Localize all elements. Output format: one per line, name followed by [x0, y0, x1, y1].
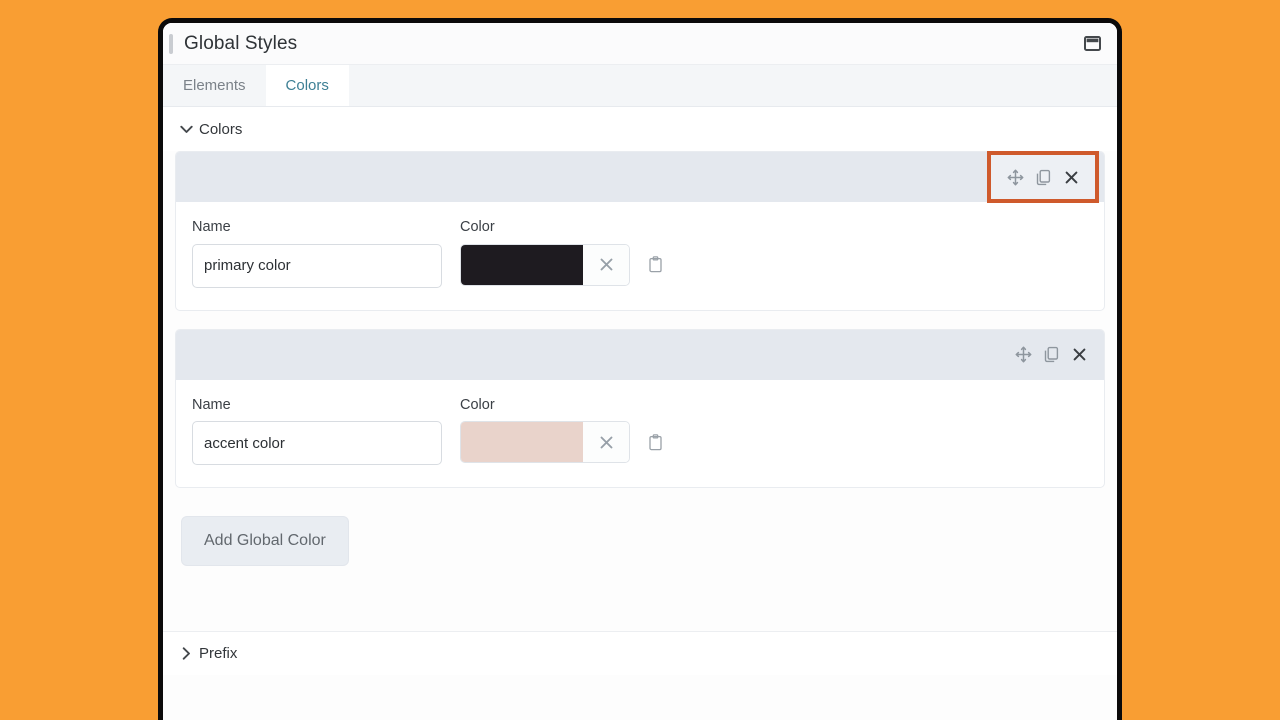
- titlebar: Global Styles: [163, 23, 1117, 65]
- section-label-prefix: Prefix: [199, 645, 237, 662]
- name-label: Name: [192, 220, 442, 235]
- chevron-right-icon: [175, 647, 197, 660]
- section-header-prefix[interactable]: Prefix: [163, 631, 1117, 675]
- color-card: Name Color: [175, 151, 1105, 311]
- color-card-header: [176, 330, 1104, 380]
- chevron-down-icon: [175, 125, 197, 134]
- tab-elements[interactable]: Elements: [163, 65, 266, 106]
- color-label: Color: [460, 220, 666, 235]
- name-label: Name: [192, 398, 442, 413]
- close-icon[interactable]: [1058, 164, 1084, 190]
- color-name-input[interactable]: [192, 244, 442, 288]
- color-control: [460, 244, 666, 286]
- move-icon[interactable]: [1010, 342, 1036, 368]
- color-field-group: Color: [460, 398, 666, 464]
- duplicate-icon[interactable]: [1030, 164, 1056, 190]
- section-label-colors: Colors: [199, 121, 242, 138]
- color-card-header: [176, 152, 1104, 202]
- color-swatch[interactable]: [461, 422, 583, 462]
- tabbar: Elements Colors: [163, 65, 1117, 107]
- clipboard-icon[interactable]: [644, 252, 666, 278]
- name-field-group: Name: [192, 220, 442, 288]
- color-card-toolbar: [991, 155, 1095, 199]
- page-title: Global Styles: [184, 33, 1081, 55]
- color-card-body: Name Color: [176, 380, 1104, 488]
- close-icon[interactable]: [1066, 342, 1092, 368]
- add-global-color-button[interactable]: Add Global Color: [181, 516, 349, 566]
- tab-colors[interactable]: Colors: [266, 65, 349, 106]
- name-field-group: Name: [192, 398, 442, 466]
- move-icon[interactable]: [1002, 164, 1028, 190]
- color-name-input[interactable]: [192, 421, 442, 465]
- clear-color-button[interactable]: [583, 245, 629, 285]
- color-card-body: Name Color: [176, 202, 1104, 310]
- colors-section-strip: Colors: [163, 107, 1117, 151]
- clipboard-icon[interactable]: [644, 429, 666, 455]
- panel-empty-space: [163, 675, 1117, 720]
- app-window: Global Styles Elements Colors Colo: [158, 18, 1122, 720]
- section-header-colors[interactable]: Colors: [163, 107, 1117, 151]
- color-swatch[interactable]: [461, 245, 583, 285]
- duplicate-icon[interactable]: [1038, 342, 1064, 368]
- color-card: Name Color: [175, 329, 1105, 489]
- window-panel-icon[interactable]: [1081, 33, 1103, 55]
- color-label: Color: [460, 398, 666, 413]
- colors-panel-body: Name Color: [163, 151, 1117, 631]
- window-inner: Global Styles Elements Colors Colo: [163, 23, 1117, 720]
- color-picker-field[interactable]: [460, 244, 630, 286]
- color-field-group: Color: [460, 220, 666, 286]
- color-control: [460, 421, 666, 463]
- drag-handle[interactable]: [169, 34, 173, 54]
- color-card-toolbar: [1002, 336, 1100, 374]
- color-picker-field[interactable]: [460, 421, 630, 463]
- clear-color-button[interactable]: [583, 422, 629, 462]
